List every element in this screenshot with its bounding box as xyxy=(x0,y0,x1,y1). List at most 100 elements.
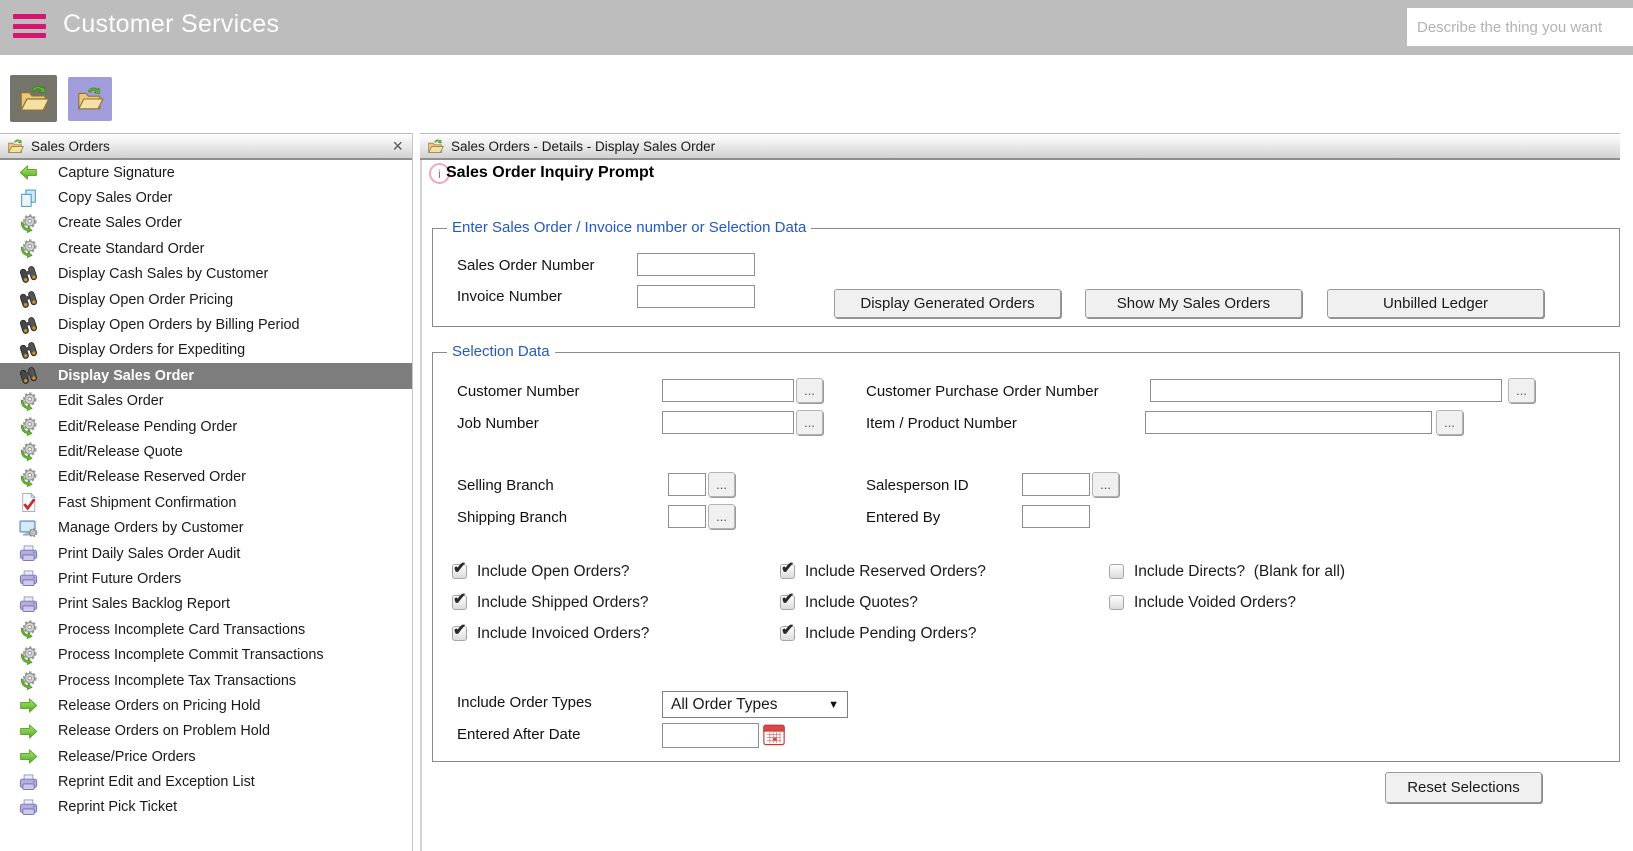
include-order-types-value: All Order Types xyxy=(671,695,778,713)
sidebar-item-label: Edit/Release Quote xyxy=(58,443,183,460)
entered-by-input[interactable] xyxy=(1022,505,1090,528)
global-search-input[interactable] xyxy=(1407,8,1633,46)
sidebar-item[interactable]: Display Open Orders by Billing Period xyxy=(0,312,412,337)
sidebar-menu: Capture Signature Copy Sales Order Create … xyxy=(0,160,412,851)
top-app-bar: Customer Services xyxy=(0,0,1633,55)
job-number-lookup-button[interactable]: ... xyxy=(796,410,823,435)
copy-icon xyxy=(18,188,39,209)
item-product-number-label: Item / Product Number xyxy=(866,415,1017,432)
folder-icon xyxy=(427,138,444,155)
gear-icon xyxy=(18,441,39,462)
toolbar-folder-button-active[interactable] xyxy=(10,75,57,122)
checkbox[interactable] xyxy=(1109,564,1124,579)
checkbox[interactable] xyxy=(780,558,795,579)
sidebar-item[interactable]: Edit/Release Reserved Order xyxy=(0,465,412,490)
customer-number-label: Customer Number xyxy=(457,383,580,400)
sidebar-item[interactable]: Fast Shipment Confirmation xyxy=(0,490,412,515)
sales-order-number-label: Sales Order Number xyxy=(457,257,595,274)
sidebar-item-label: Edit/Release Pending Order xyxy=(58,418,238,435)
sidebar-item[interactable]: Release Orders on Problem Hold xyxy=(0,719,412,744)
calendar-button[interactable] xyxy=(761,722,787,748)
entered-after-date-label: Entered After Date xyxy=(457,726,581,743)
checkbox-label: Include Invoiced Orders? xyxy=(477,624,650,642)
salesperson-id-input[interactable] xyxy=(1022,473,1090,496)
selling-branch-lookup-button[interactable]: ... xyxy=(708,472,735,497)
customer-po-number-input[interactable] xyxy=(1150,379,1502,402)
include-order-types-select[interactable]: All Order Types ▼ xyxy=(662,691,848,718)
checkbox-row: Include Quotes? xyxy=(780,589,986,612)
hamburger-menu-icon[interactable] xyxy=(13,14,46,41)
sidebar-item[interactable]: Create Sales Order xyxy=(0,211,412,236)
checkbox-row: Include Reserved Orders? xyxy=(780,558,986,581)
sidebar-item[interactable]: Display Open Order Pricing xyxy=(0,287,412,312)
sidebar-item-label: Display Open Order Pricing xyxy=(58,291,234,308)
shipping-branch-lookup-button[interactable]: ... xyxy=(708,504,735,529)
sidebar-item-label: Display Orders for Expediting xyxy=(58,342,246,359)
gear-icon xyxy=(18,670,39,691)
sidebar-header: Sales Orders × xyxy=(0,133,412,160)
checkbox[interactable] xyxy=(452,620,467,641)
unbilled-ledger-button[interactable]: Unbilled Ledger xyxy=(1327,289,1544,318)
sidebar-item[interactable]: Reprint Pick Ticket xyxy=(0,795,412,820)
printer-icon xyxy=(18,543,39,564)
checkbox[interactable] xyxy=(780,620,795,641)
entered-after-date-input[interactable] xyxy=(662,723,759,748)
sidebar-item[interactable]: Process Incomplete Tax Transactions xyxy=(0,668,412,693)
sidebar-item[interactable]: Display Orders for Expediting xyxy=(0,338,412,363)
shipping-branch-input[interactable] xyxy=(668,505,706,528)
folder-icon xyxy=(7,138,24,155)
selling-branch-input[interactable] xyxy=(668,473,706,496)
sidebar-item[interactable]: Edit/Release Quote xyxy=(0,439,412,464)
sidebar-item[interactable]: Display Cash Sales by Customer xyxy=(0,262,412,287)
sidebar-item-label: Create Standard Order xyxy=(58,240,205,257)
sidebar-item[interactable]: Create Standard Order xyxy=(0,236,412,261)
gear-icon xyxy=(18,213,39,234)
job-number-input[interactable] xyxy=(662,411,794,434)
display-generated-orders-button[interactable]: Display Generated Orders xyxy=(834,289,1061,318)
main-header: Sales Orders - Details - Display Sales O… xyxy=(420,133,1620,160)
sidebar-item[interactable]: Print Daily Sales Order Audit xyxy=(0,541,412,566)
sales-order-number-input[interactable] xyxy=(637,253,755,276)
sidebar-item[interactable]: Process Incomplete Commit Transactions xyxy=(0,642,412,667)
sidebar-item[interactable]: Manage Orders by Customer xyxy=(0,515,412,540)
sidebar-item[interactable]: Capture Signature xyxy=(0,160,412,185)
checkbox-row: Include Pending Orders? xyxy=(780,620,986,643)
sidebar-item[interactable]: Edit/Release Pending Order xyxy=(0,414,412,439)
checkbox[interactable] xyxy=(1109,595,1124,610)
sidebar-item[interactable]: Print Future Orders xyxy=(0,566,412,591)
sidebar-title: Sales Orders xyxy=(31,138,110,154)
sidebar-item[interactable]: Display Sales Order xyxy=(0,363,412,389)
sidebar-item[interactable]: Edit Sales Order xyxy=(0,389,412,414)
sidebar-item[interactable]: Copy Sales Order xyxy=(0,185,412,210)
show-my-sales-orders-button[interactable]: Show My Sales Orders xyxy=(1085,289,1302,318)
item-product-number-input[interactable] xyxy=(1145,411,1432,434)
printer-icon xyxy=(18,568,39,589)
salesperson-id-lookup-button[interactable]: ... xyxy=(1092,472,1119,497)
gear-icon xyxy=(18,416,39,437)
sidebar-panel: Sales Orders × Capture Signature Copy Sal… xyxy=(0,133,413,851)
sidebar-item[interactable]: Reprint Edit and Exception List xyxy=(0,769,412,794)
customer-po-number-lookup-button[interactable]: ... xyxy=(1508,378,1535,403)
checkbox[interactable] xyxy=(452,558,467,579)
customer-number-input[interactable] xyxy=(662,379,794,402)
sidebar-item[interactable]: Print Sales Backlog Report xyxy=(0,592,412,617)
reset-selections-button[interactable]: Reset Selections xyxy=(1385,772,1542,803)
breadcrumb: Sales Orders - Details - Display Sales O… xyxy=(451,138,716,154)
customer-number-lookup-button[interactable]: ... xyxy=(796,378,823,403)
checkbox-label: Include Open Orders? xyxy=(477,562,630,580)
include-order-types-label: Include Order Types xyxy=(457,694,592,711)
order-entry-legend: Enter Sales Order / Invoice number or Se… xyxy=(447,219,812,236)
sidebar-item[interactable]: Release/Price Orders xyxy=(0,744,412,769)
close-icon[interactable]: × xyxy=(392,137,405,155)
calendar-icon xyxy=(761,722,787,748)
sidebar-item[interactable]: Release Orders on Pricing Hold xyxy=(0,693,412,718)
item-product-number-lookup-button[interactable]: ... xyxy=(1436,410,1463,435)
toolbar-folder-button[interactable] xyxy=(68,77,112,121)
checkbox[interactable] xyxy=(780,589,795,610)
sidebar-item-label: Capture Signature xyxy=(58,164,175,181)
printer-icon xyxy=(18,772,39,793)
sidebar-item[interactable]: Process Incomplete Card Transactions xyxy=(0,617,412,642)
invoice-number-input[interactable] xyxy=(637,285,755,308)
sidebar-item-label: Process Incomplete Card Transactions xyxy=(58,621,306,638)
checkbox[interactable] xyxy=(452,589,467,610)
